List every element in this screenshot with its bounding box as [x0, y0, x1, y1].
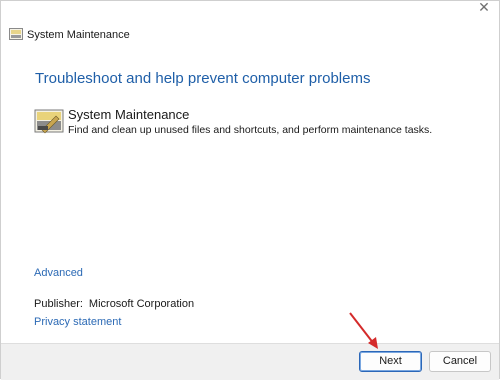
cancel-button[interactable]: Cancel — [429, 351, 491, 372]
task-description: Find and clean up unused files and short… — [68, 124, 433, 136]
advanced-link[interactable]: Advanced — [34, 267, 83, 279]
page-heading: Troubleshoot and help prevent computer p… — [35, 70, 371, 87]
system-maintenance-icon — [9, 28, 23, 40]
system-maintenance-icon — [34, 109, 64, 134]
title-bar: System Maintenance — [1, 23, 499, 49]
window-title: System Maintenance — [27, 29, 130, 41]
close-button[interactable]: ✕ — [475, 0, 493, 15]
troubleshooter-window: System Maintenance ✕ Troubleshoot and he… — [0, 0, 500, 380]
task-title[interactable]: System Maintenance — [68, 107, 189, 122]
publisher-info: Publisher: Microsoft Corporation — [34, 298, 194, 310]
publisher-label: Publisher: — [34, 298, 83, 310]
footer-bar — [1, 343, 499, 380]
privacy-statement-link[interactable]: Privacy statement — [34, 316, 121, 328]
publisher-value: Microsoft Corporation — [88, 298, 195, 310]
next-button[interactable]: Next — [359, 351, 422, 372]
